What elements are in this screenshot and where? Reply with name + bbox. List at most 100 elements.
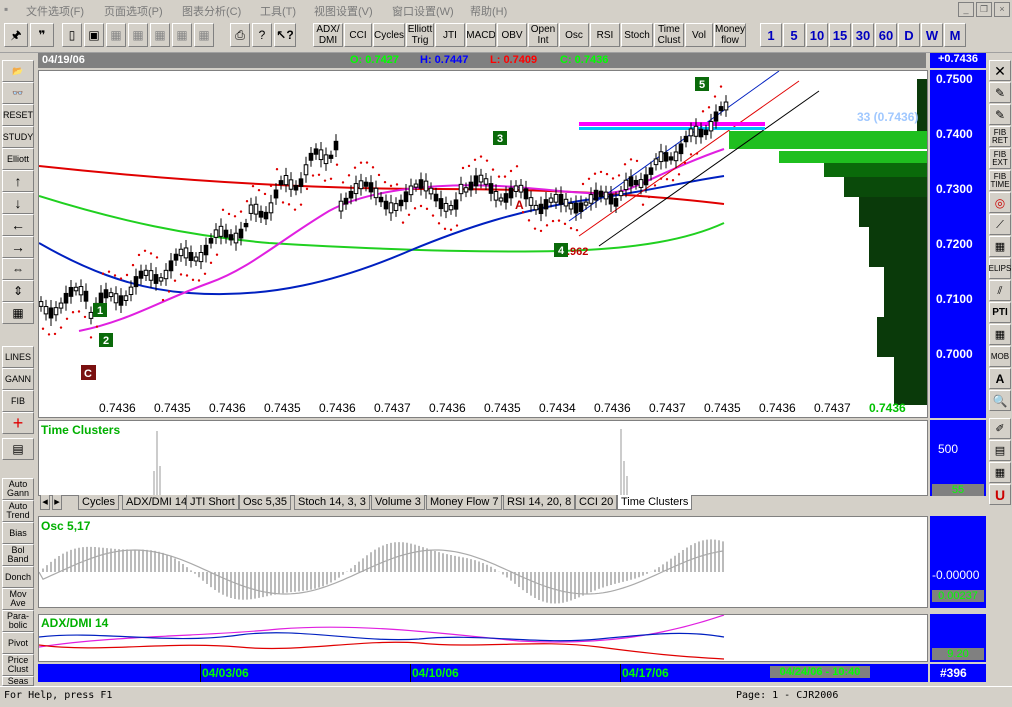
- price-chart-panel[interactable]: 5 3 1 2 4 C .962 A 33 (0.7436) 0.7436 0.7…: [38, 70, 928, 418]
- timeframe-weekly[interactable]: W: [921, 23, 943, 47]
- indicator-obv[interactable]: OBV: [497, 23, 527, 47]
- target-icon[interactable]: ◎: [989, 192, 1011, 213]
- highlighter-icon[interactable]: ✐: [989, 418, 1011, 439]
- fib-time-button[interactable]: FIB TIME: [989, 170, 1011, 191]
- menu-file[interactable]: 文件选项(F): [26, 3, 84, 19]
- timeframe-10[interactable]: 10: [806, 23, 828, 47]
- crosshair-icon[interactable]: +: [2, 412, 34, 434]
- minimize-icon[interactable]: _: [958, 2, 974, 17]
- indicator-jti[interactable]: JTI: [435, 23, 465, 47]
- tab-volume[interactable]: Volume 3: [371, 495, 425, 510]
- pages-icon[interactable]: ▦: [989, 462, 1011, 483]
- donch-button[interactable]: Donch: [2, 566, 34, 588]
- close-chart-icon[interactable]: ✕: [989, 60, 1011, 81]
- menu-chart[interactable]: 图表分析(C): [182, 3, 241, 19]
- new-icon[interactable]: ▯: [62, 23, 82, 47]
- price-clust-button[interactable]: Price Clust: [2, 654, 34, 676]
- study-button[interactable]: STUDY: [2, 126, 34, 148]
- quote-icon[interactable]: ❞: [30, 23, 54, 47]
- tab-time-clusters[interactable]: Time Clusters: [617, 495, 693, 510]
- compress-icon[interactable]: ⇔: [2, 258, 34, 280]
- indicator-stoch[interactable]: Stoch: [621, 23, 653, 47]
- pti-button[interactable]: PTI: [989, 302, 1011, 323]
- gann-grid-icon[interactable]: ▦: [989, 236, 1011, 257]
- pencil-icon[interactable]: ✎: [989, 82, 1011, 103]
- tab-cycles[interactable]: Cycles: [78, 495, 120, 510]
- undo-icon[interactable]: ▦: [172, 23, 192, 47]
- print-icon[interactable]: ⎙: [230, 23, 250, 47]
- notes-icon[interactable]: ▤: [2, 438, 34, 460]
- close-icon[interactable]: ×: [994, 2, 1010, 17]
- fib-ext-button[interactable]: FIB EXT: [989, 148, 1011, 169]
- tab-cci[interactable]: CCI 20: [575, 495, 618, 510]
- parabolic-button[interactable]: Para- bolic: [2, 610, 34, 632]
- indicator-osc[interactable]: Osc: [559, 23, 589, 47]
- magnet-icon[interactable]: U: [989, 484, 1011, 505]
- arrow-up-icon[interactable]: ↑: [2, 170, 34, 192]
- auto-gann-button[interactable]: Auto Gann: [2, 478, 34, 500]
- time-clusters-panel[interactable]: Time Clusters: [38, 420, 928, 496]
- pointer-icon[interactable]: 🖈: [4, 23, 28, 47]
- fib-button[interactable]: FIB: [2, 390, 34, 412]
- paste-icon[interactable]: ▦: [150, 23, 170, 47]
- auto-trend-button[interactable]: Auto Trend: [2, 500, 34, 522]
- osc-panel[interactable]: Osc 5,17: [38, 516, 928, 608]
- indicator-rsi[interactable]: RSI: [590, 23, 620, 47]
- redo-icon[interactable]: ▦: [194, 23, 214, 47]
- open-icon[interactable]: 📂: [2, 60, 34, 82]
- reset-button[interactable]: RESET: [2, 104, 34, 126]
- tab-scroll-right-icon[interactable]: ▸: [52, 495, 62, 510]
- timeframe-1[interactable]: 1: [760, 23, 782, 47]
- timeframe-daily[interactable]: D: [898, 23, 920, 47]
- indicator-cycles[interactable]: Cycles: [373, 23, 405, 47]
- copy-icon[interactable]: ▦: [128, 23, 148, 47]
- timeframe-5[interactable]: 5: [783, 23, 805, 47]
- indicator-time-clust[interactable]: Time Clust: [654, 23, 684, 47]
- menu-help[interactable]: 帮助(H): [470, 3, 507, 19]
- elliott-button[interactable]: Elliott: [2, 148, 34, 170]
- menu-view[interactable]: 视图设置(V): [314, 3, 373, 19]
- tab-money-flow[interactable]: Money Flow 7: [426, 495, 503, 510]
- restore-icon[interactable]: ❐: [976, 2, 992, 17]
- binoculars-icon[interactable]: 👓: [2, 82, 34, 104]
- tab-rsi[interactable]: RSI 14, 20, 8: [503, 495, 576, 510]
- bol-band-button[interactable]: Bol Band: [2, 544, 34, 566]
- indicator-vol[interactable]: Vol: [685, 23, 713, 47]
- tab-adx-dmi[interactable]: ADX/DMI 14: [122, 495, 192, 510]
- timeframe-30[interactable]: 30: [852, 23, 874, 47]
- menu-tools[interactable]: 工具(T): [260, 3, 296, 19]
- indicator-cci[interactable]: CCI: [344, 23, 372, 47]
- channel-icon[interactable]: ⫽: [989, 280, 1011, 301]
- menu-window[interactable]: 窗口设置(W): [392, 3, 454, 19]
- bias-button[interactable]: Bias: [2, 522, 34, 544]
- mov-ave-button[interactable]: Mov Ave: [2, 588, 34, 610]
- layers-icon[interactable]: ▤: [989, 440, 1011, 461]
- timeframe-60[interactable]: 60: [875, 23, 897, 47]
- tab-osc[interactable]: Osc 5,35: [239, 495, 292, 510]
- timeframe-15[interactable]: 15: [829, 23, 851, 47]
- tab-jti-short[interactable]: JTI Short: [186, 495, 239, 510]
- elips-button[interactable]: ELIPS: [989, 258, 1011, 279]
- gann-button[interactable]: GANN: [2, 368, 34, 390]
- save-icon[interactable]: ▣: [84, 23, 104, 47]
- grid-icon[interactable]: ▦: [2, 302, 34, 324]
- indicator-adx-dmi[interactable]: ADX/ DMI: [313, 23, 343, 47]
- tab-scroll-left-icon[interactable]: ◂: [40, 495, 50, 510]
- fan-icon[interactable]: ⟋: [989, 214, 1011, 235]
- menu-page[interactable]: 页面选项(P): [104, 3, 163, 19]
- help-icon[interactable]: ?: [252, 23, 272, 47]
- mob-button[interactable]: MOB: [989, 346, 1011, 367]
- arrow-left-icon[interactable]: ←: [2, 214, 34, 236]
- expand-icon[interactable]: ⇕: [2, 280, 34, 302]
- zoom-icon[interactable]: 🔍: [989, 390, 1011, 411]
- indicator-money-flow[interactable]: Money flow: [714, 23, 746, 47]
- text-tool-button[interactable]: A: [989, 368, 1011, 389]
- tab-stoch[interactable]: Stoch 14, 3, 3: [294, 495, 370, 510]
- adx-panel[interactable]: ADX/DMI 14: [38, 614, 928, 662]
- context-help-icon[interactable]: ↖?: [274, 23, 296, 47]
- arrow-right-icon[interactable]: →: [2, 236, 34, 258]
- timeframe-monthly[interactable]: M: [944, 23, 966, 47]
- indicator-open-int[interactable]: Open Int: [528, 23, 558, 47]
- fib-ret-button[interactable]: FIB RET: [989, 126, 1011, 147]
- indicator-elliott-trig[interactable]: Elliott Trig: [406, 23, 434, 47]
